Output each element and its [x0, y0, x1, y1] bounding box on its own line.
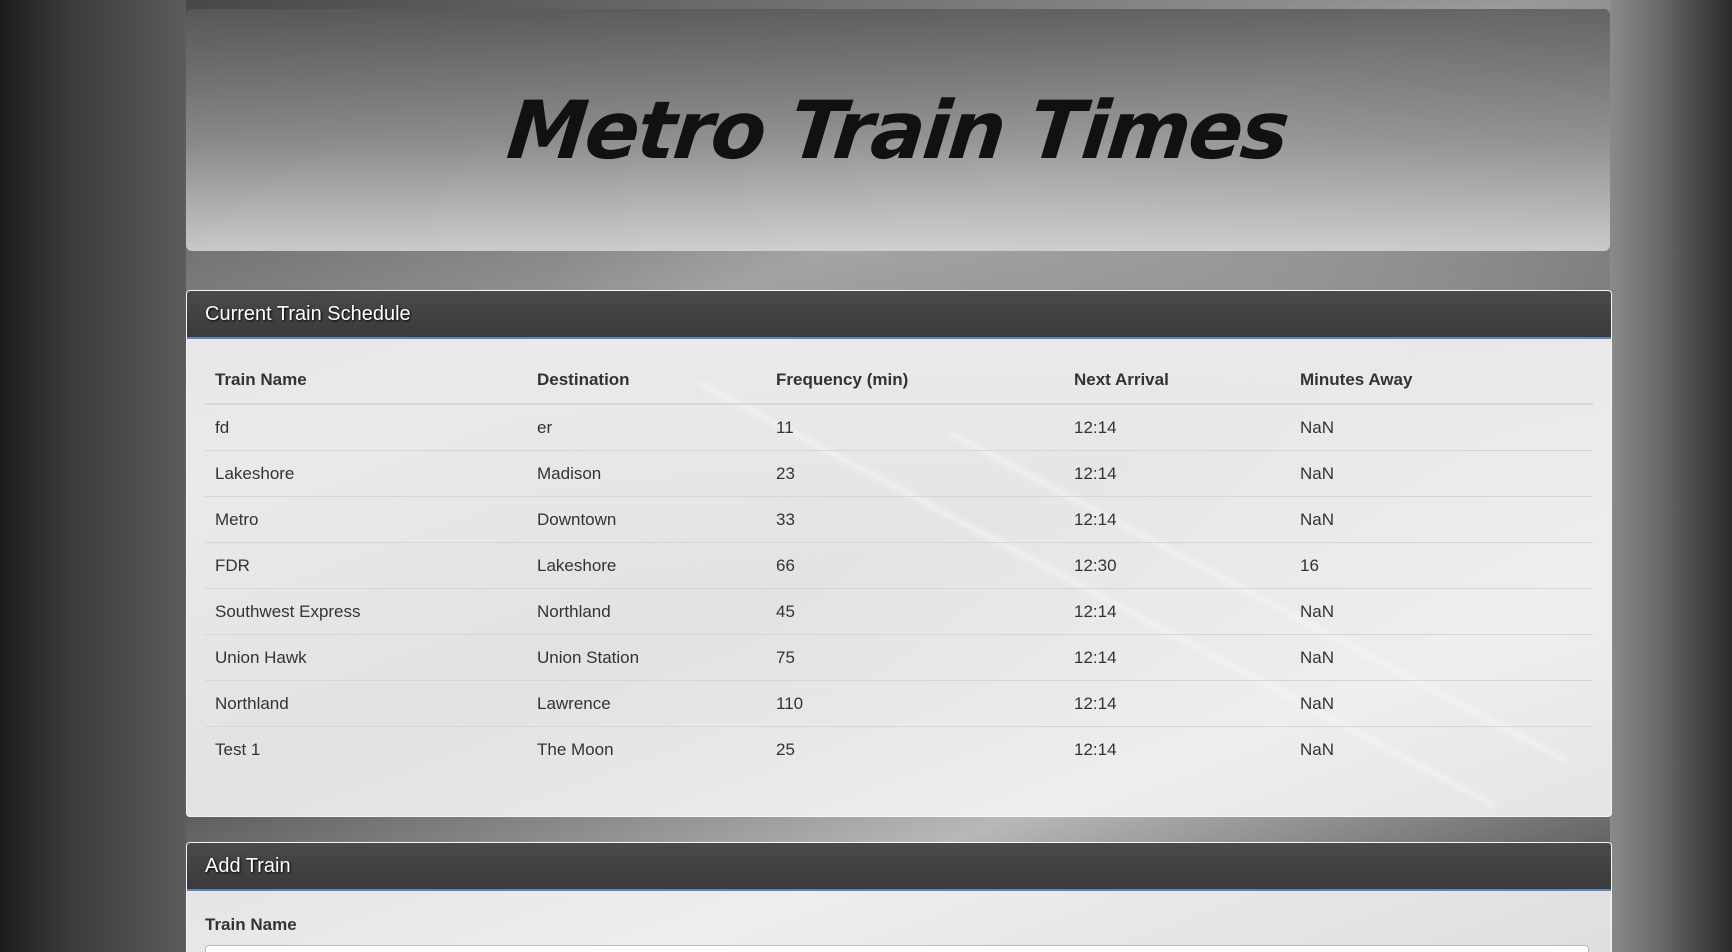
cell-frequency: 110 [766, 680, 1064, 727]
cell-frequency: 25 [776, 739, 795, 759]
column-header-frequency: Frequency (min) [766, 357, 1064, 405]
cell-minutes-away: NaN [1300, 739, 1335, 759]
cell-next-arrival: 12:14 [1064, 450, 1290, 497]
cell-frequency: 75 [766, 634, 1064, 681]
table-row: Metro Downtown 33 12:14 NaN [205, 496, 1593, 543]
add-train-panel: Add Train Train Name [186, 842, 1612, 952]
table-row: Southwest Express Northland 45 12:14 NaN [205, 588, 1593, 635]
table-row: Union Hawk Union Station 75 12:14 NaN [205, 634, 1593, 681]
cell-frequency: 33 [766, 496, 1064, 543]
cell-train-name: Test 1 [215, 739, 261, 759]
table-header-row: Train Name Destination Frequency (min) N… [205, 357, 1593, 405]
cell-train-name: FDR [205, 542, 527, 589]
cell-minutes-away: 16 [1290, 542, 1593, 589]
column-header-destination: Destination [527, 357, 766, 405]
schedule-panel: Current Train Schedule Train Name Destin… [186, 290, 1612, 817]
table-row: FDR Lakeshore 66 12:30 16 [205, 542, 1593, 589]
cell-next-arrival: 12:14 [1064, 404, 1290, 451]
cell-minutes-away: NaN [1290, 634, 1593, 681]
cell-frequency: 66 [766, 542, 1064, 589]
cell-next-arrival: 12:14 [1074, 739, 1117, 759]
train-name-label: Train Name [205, 915, 297, 934]
column-header-minutes-away: Minutes Away [1290, 357, 1593, 405]
background-photo-left [0, 0, 186, 952]
column-header-next-arrival: Next Arrival [1064, 357, 1290, 405]
cell-destination: Madison [527, 450, 766, 497]
cell-train-name: Union Hawk [205, 634, 527, 681]
cell-destination: Lawrence [527, 680, 766, 727]
train-name-input[interactable] [205, 945, 1589, 952]
cell-train-name: Lakeshore [205, 450, 527, 497]
cell-next-arrival: 12:14 [1064, 634, 1290, 681]
cell-next-arrival: 12:30 [1064, 542, 1290, 589]
table-row: Northland Lawrence 110 12:14 NaN [205, 680, 1593, 727]
cell-frequency: 45 [766, 588, 1064, 635]
cell-next-arrival: 12:14 [1064, 588, 1290, 635]
schedule-table: Train Name Destination Frequency (min) N… [205, 357, 1593, 772]
cell-destination: Union Station [527, 634, 766, 681]
cell-next-arrival: 12:14 [1064, 496, 1290, 543]
add-train-form: Train Name [187, 891, 1611, 952]
cell-destination: The Moon [537, 739, 614, 759]
table-row: Test 1 The Moon 25 12:14 NaN [205, 727, 1593, 773]
header-jumbotron: Metro Train Times [186, 9, 1610, 251]
cell-minutes-away: NaN [1290, 680, 1593, 727]
cell-frequency: 11 [766, 404, 1064, 451]
schedule-panel-body: Train Name Destination Frequency (min) N… [187, 339, 1611, 772]
table-row: fd er 11 12:14 NaN [205, 404, 1593, 451]
cell-destination: Lakeshore [527, 542, 766, 589]
cell-train-name: Metro [205, 496, 527, 543]
background-photo-right [1610, 0, 1732, 952]
cell-minutes-away: NaN [1290, 404, 1593, 451]
cell-frequency: 23 [766, 450, 1064, 497]
table-row: Lakeshore Madison 23 12:14 NaN [205, 450, 1593, 497]
schedule-panel-heading: Current Train Schedule [187, 291, 1611, 339]
cell-minutes-away: NaN [1290, 588, 1593, 635]
add-train-panel-heading: Add Train [187, 843, 1611, 891]
cell-destination: Downtown [527, 496, 766, 543]
column-header-train-name: Train Name [205, 357, 527, 405]
cell-minutes-away: NaN [1290, 450, 1593, 497]
cell-minutes-away: NaN [1290, 496, 1593, 543]
cell-train-name: Southwest Express [205, 588, 527, 635]
cell-destination: er [527, 404, 766, 451]
cell-train-name: Northland [205, 680, 527, 727]
cell-train-name: fd [205, 404, 527, 451]
cell-next-arrival: 12:14 [1064, 680, 1290, 727]
cell-destination: Northland [527, 588, 766, 635]
page-title: Metro Train Times [503, 83, 1293, 177]
